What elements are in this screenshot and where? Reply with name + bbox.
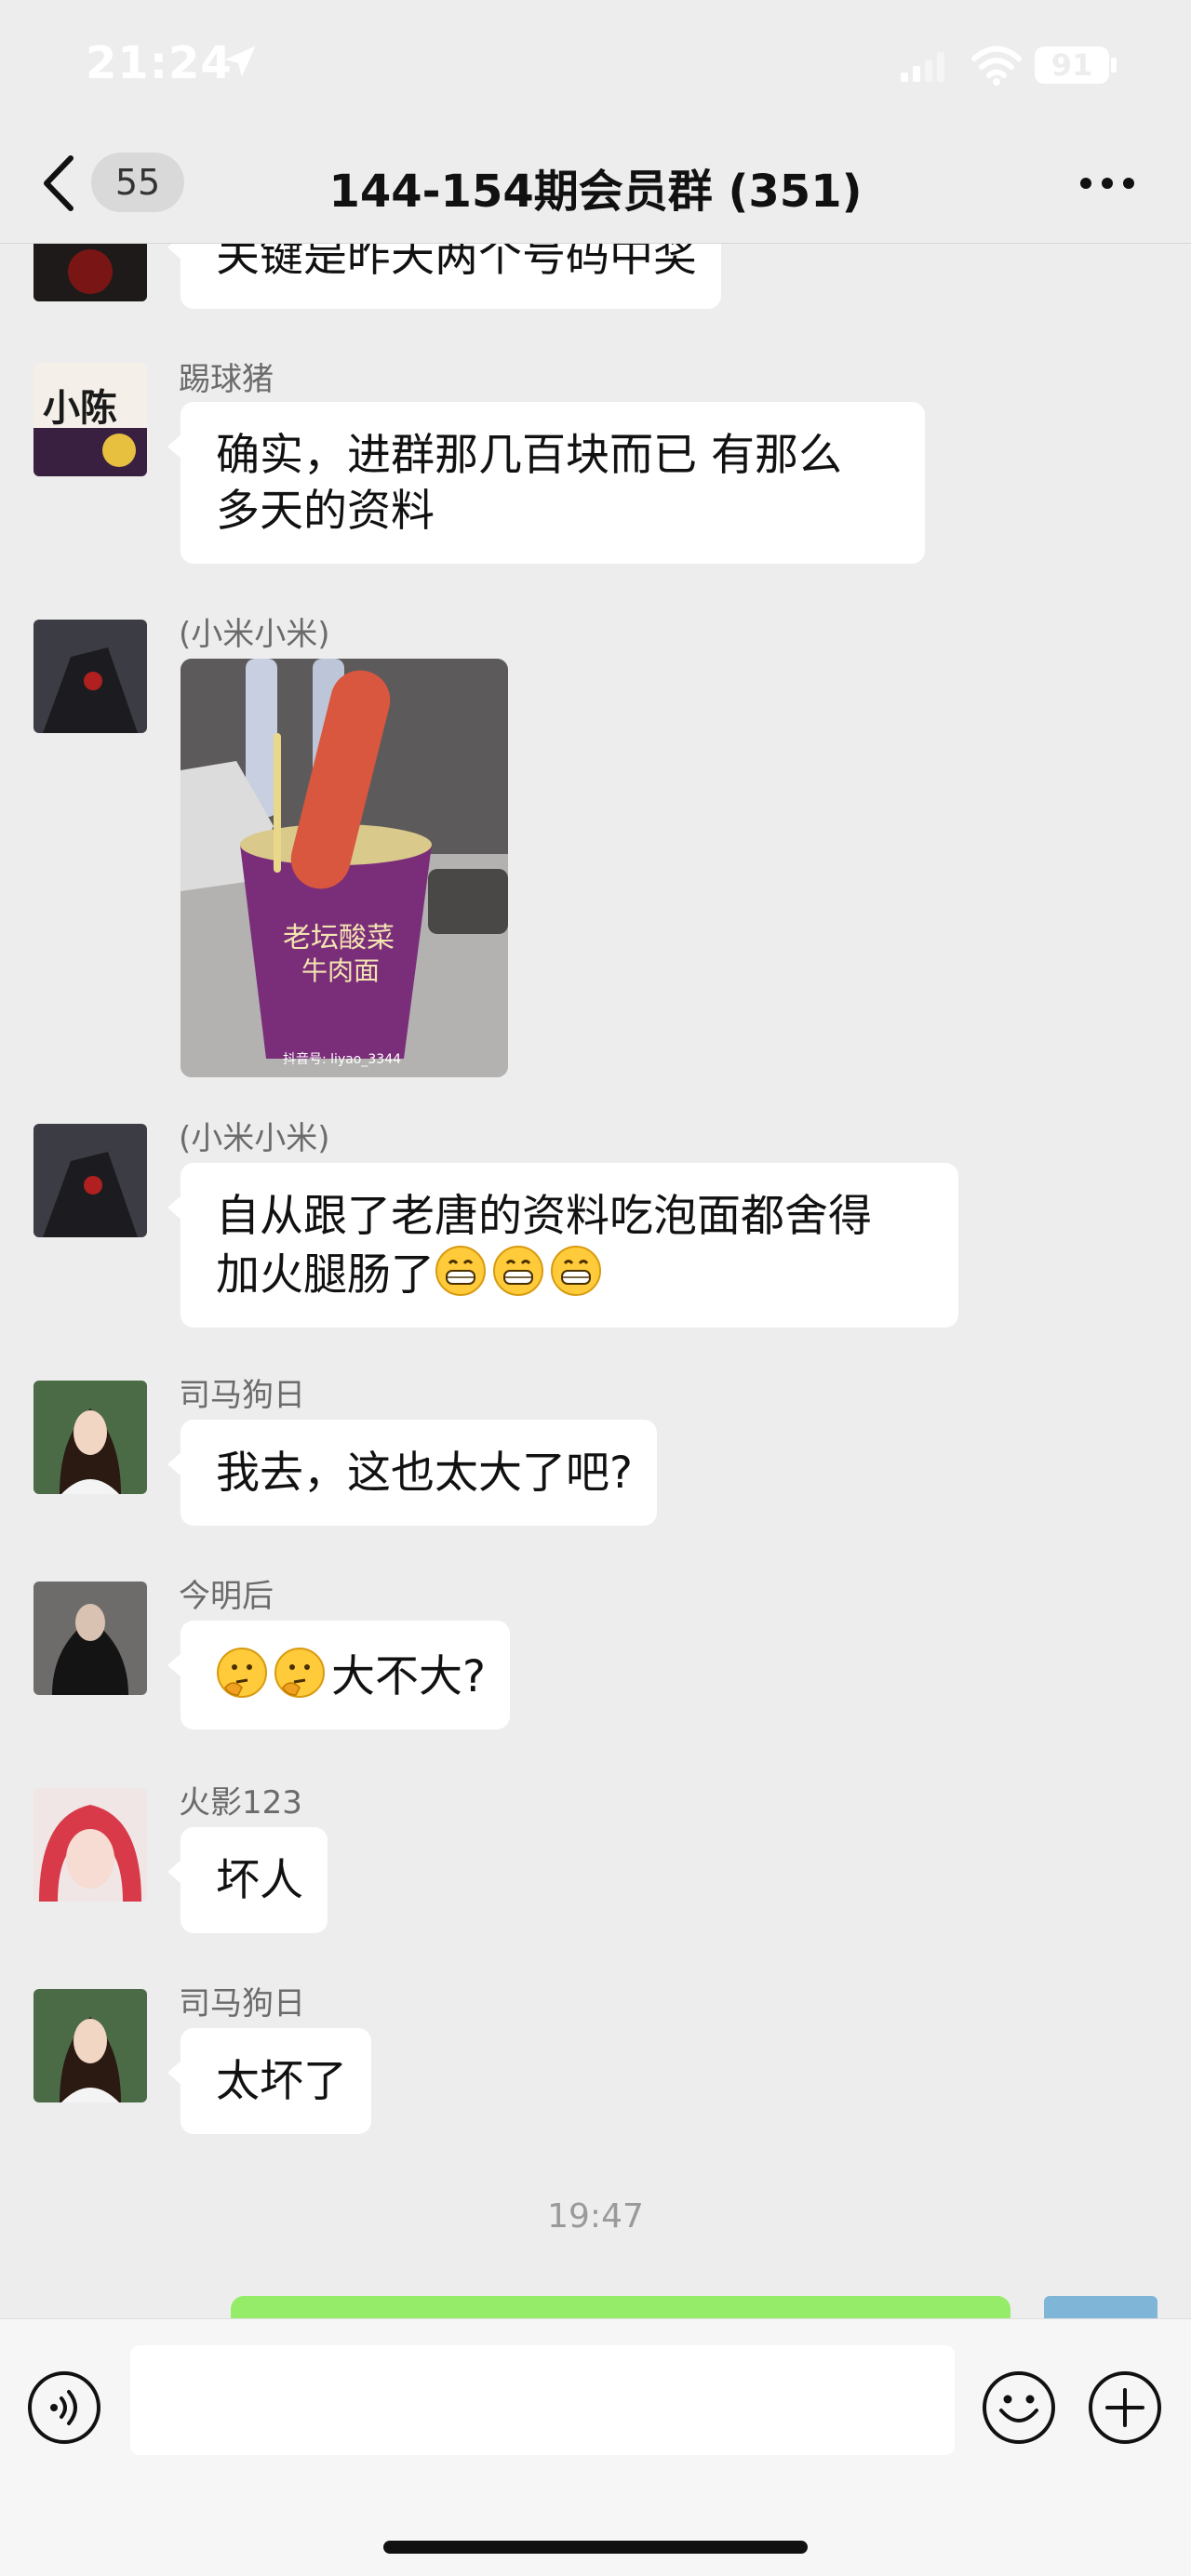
grin-emoji <box>435 1246 486 1296</box>
plus-icon[interactable] <box>1087 2369 1163 2446</box>
avatar[interactable] <box>33 244 147 301</box>
message-bubble[interactable]: 坏人 <box>167 1827 328 1933</box>
emoji-icon[interactable] <box>981 2369 1057 2446</box>
grin-emoji <box>551 1246 601 1296</box>
message-bubble[interactable]: 关键是昨天两个号码中奖 <box>167 244 721 309</box>
wifi-icon <box>971 46 1022 86</box>
avatar[interactable]: 小陈 <box>33 363 147 476</box>
message-text: 我去，这也太大了吧? <box>216 1448 633 1499</box>
image-watermark: 抖音号: liyao_3344 <box>283 1052 402 1067</box>
message-timestamp: 19:47 <box>547 2197 644 2236</box>
avatar[interactable] <box>33 620 147 733</box>
battery-icon: 91 <box>1035 47 1109 84</box>
sender-name: 司马狗日 <box>179 1377 305 1414</box>
sender-name: (小米小米) <box>179 616 330 653</box>
message-input[interactable] <box>130 2345 955 2455</box>
avatar-caption: 小陈 <box>43 387 117 430</box>
message-bubble[interactable]: 太坏了 <box>167 2028 371 2134</box>
message-text: 关键是昨天两个号码中奖 <box>216 244 697 282</box>
sender-name: 踢球猪 <box>179 361 274 398</box>
message-bubble[interactable]: 我去，这也太大了吧? <box>167 1420 657 1526</box>
avatar[interactable] <box>33 1381 147 1494</box>
svg-text:牛肉面: 牛肉面 <box>301 955 380 986</box>
sender-name: 火影123 <box>179 1784 302 1822</box>
location-arrow-icon <box>224 46 256 77</box>
status-time: 21:24 <box>86 37 233 89</box>
home-indicator <box>383 2541 808 2554</box>
message-text-line: 多天的资料 <box>216 486 435 537</box>
message-bubble[interactable]: 自从跟了老唐的资料吃泡面都舍得 加火腿肠了 <box>167 1163 958 1328</box>
avatar[interactable] <box>33 1788 147 1902</box>
message-list[interactable]: 关键是昨天两个号码中奖 小陈 踢球猪 确实，进群那几百块而已 有那么 多天的资料… <box>0 244 1191 2318</box>
input-bar <box>0 2318 1191 2576</box>
thinking-emoji <box>217 1648 267 1698</box>
message-text-line: 确实，进群那几百块而已 有那么 <box>216 430 842 481</box>
avatar[interactable] <box>33 1989 147 2102</box>
sender-name: 司马狗日 <box>179 1985 305 2022</box>
avatar[interactable] <box>33 1582 147 1695</box>
message-bubble[interactable]: 大不大? <box>167 1621 510 1729</box>
battery-tip <box>1111 58 1117 73</box>
more-dots-icon[interactable] <box>1079 177 1135 190</box>
chat-title: 144-154期会员群 (351) <box>328 166 863 218</box>
signal-icon <box>901 52 944 82</box>
my-avatar[interactable] <box>1044 2296 1158 2318</box>
top-bar: 21:24 91 55 144-154期会员群 (351) <box>0 0 1191 244</box>
avatar[interactable] <box>33 1124 147 1237</box>
outgoing-message-bubble[interactable] <box>231 2296 1010 2318</box>
grin-emoji <box>493 1246 543 1296</box>
shared-photo[interactable]: 老坛酸菜 牛肉面 抖音号: liyao_3344 <box>181 659 508 1077</box>
message-text: 坏人 <box>216 1855 303 1906</box>
svg-text:老坛酸菜: 老坛酸菜 <box>283 922 395 954</box>
voice-icon[interactable] <box>26 2369 102 2446</box>
message-text: 太坏了 <box>216 2056 347 2107</box>
thinking-emoji <box>274 1648 325 1698</box>
sender-name: (小米小米) <box>179 1120 330 1157</box>
message-text: 大不大? <box>331 1651 486 1702</box>
message-text-line: 加火腿肠了 <box>216 1249 435 1301</box>
message-text-line: 自从跟了老唐的资料吃泡面都舍得 <box>216 1191 872 1242</box>
message-bubble[interactable]: 确实，进群那几百块而已 有那么 多天的资料 <box>167 402 925 564</box>
sender-name: 今明后 <box>179 1578 274 1615</box>
